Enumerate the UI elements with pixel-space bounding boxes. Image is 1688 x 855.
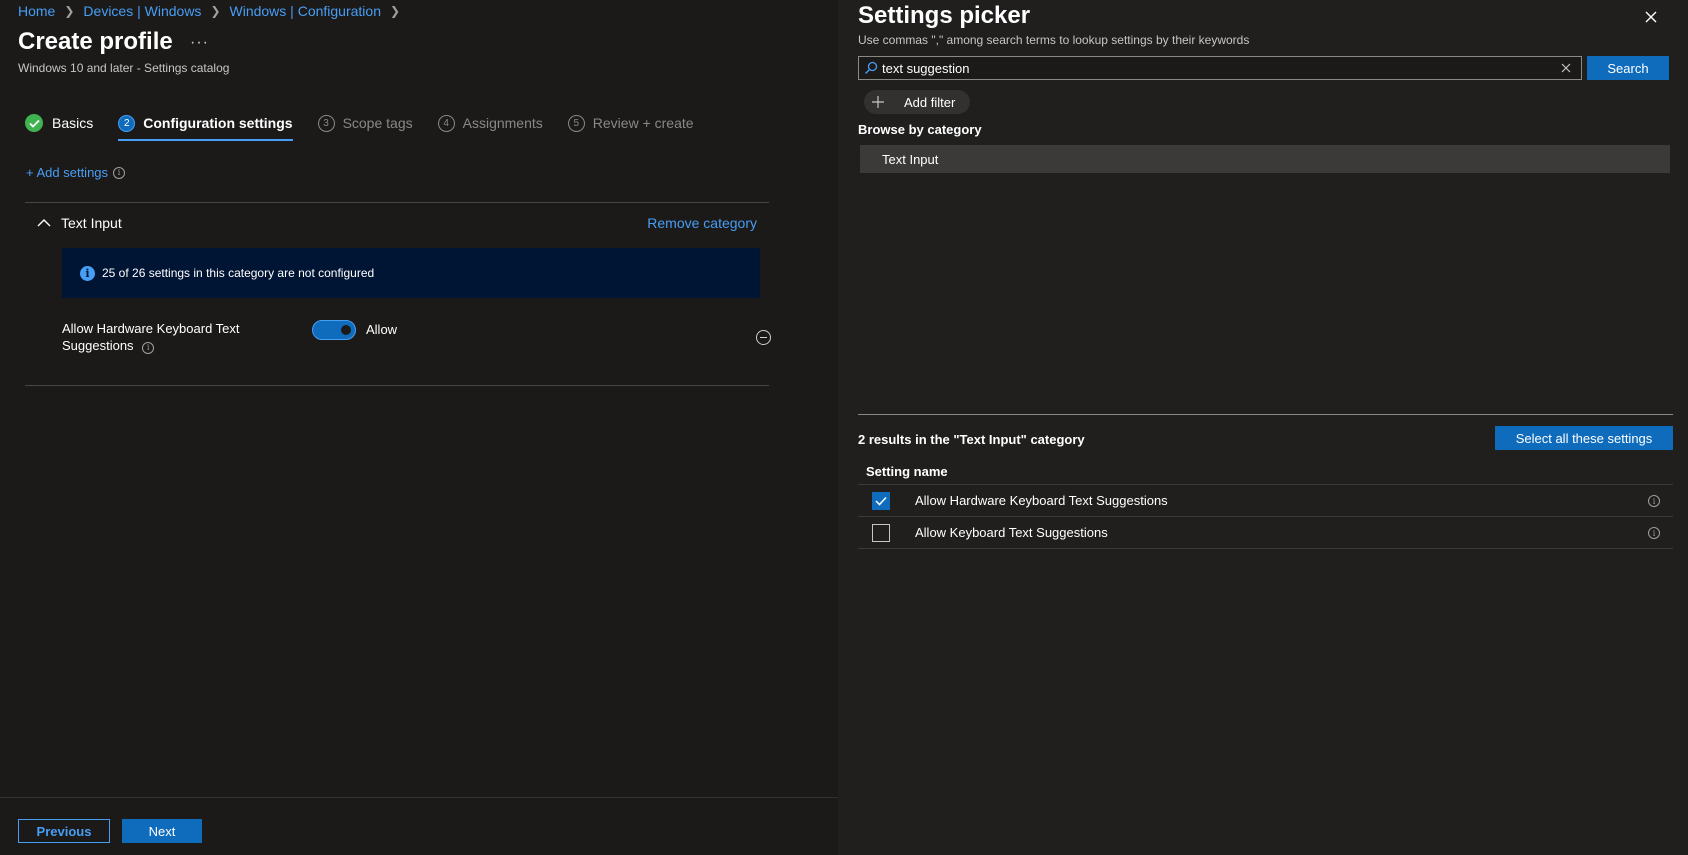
add-settings-row: + Add settings i: [26, 165, 126, 180]
step-review-create[interactable]: 5 Review + create: [567, 112, 694, 134]
category-name: Text Input: [61, 215, 122, 231]
remove-setting-icon[interactable]: [756, 330, 771, 345]
info-banner: i 25 of 26 settings in this category are…: [62, 248, 760, 298]
chevron-right-icon: ❯: [389, 4, 401, 18]
category-item-text-input[interactable]: Text Input: [860, 145, 1670, 173]
info-icon[interactable]: i: [1648, 527, 1660, 539]
setting-name-label: Allow Hardware Keyboard Text Suggestions: [915, 493, 1168, 508]
setting-name: Allow Hardware Keyboard Text Suggestions…: [62, 320, 262, 354]
step-number: 3: [317, 114, 335, 132]
create-profile-pane: Home ❯ Devices | Windows ❯ Windows | Con…: [0, 0, 838, 855]
checkmark-icon: [875, 496, 887, 506]
step-scope-tags[interactable]: 3 Scope tags: [317, 112, 413, 134]
results-divider: [858, 414, 1673, 415]
toggle-value-label: Allow: [366, 322, 398, 337]
column-header-setting-name: Setting name: [858, 458, 1673, 485]
picker-hint: Use commas "," among search terms to loo…: [858, 33, 1250, 47]
toggle-knob: [341, 325, 351, 335]
add-filter-label: Add filter: [904, 94, 956, 110]
step-basics[interactable]: Basics: [25, 112, 93, 134]
chevron-up-icon[interactable]: [37, 218, 51, 228]
browse-by-category-label: Browse by category: [858, 122, 982, 137]
add-settings-link[interactable]: + Add settings: [26, 165, 108, 180]
search-box: [858, 56, 1582, 80]
select-all-settings-button[interactable]: Select all these settings: [1495, 426, 1673, 450]
table-row: Allow Hardware Keyboard Text Suggestions…: [858, 485, 1673, 517]
breadcrumb-devices-windows[interactable]: Devices | Windows: [83, 3, 201, 19]
info-icon[interactable]: i: [113, 166, 126, 179]
wizard-footer: Previous Next: [0, 797, 838, 855]
remove-category-link[interactable]: Remove category: [647, 215, 757, 231]
step-label: Assignments: [462, 115, 543, 131]
chevron-right-icon: ❯: [64, 4, 75, 18]
info-icon[interactable]: i: [142, 341, 155, 354]
search-input[interactable]: [882, 60, 1557, 76]
plus-icon: [872, 96, 884, 108]
results-table: Setting name Allow Hardware Keyboard Tex…: [858, 458, 1673, 549]
step-number: 5: [567, 114, 585, 132]
category-section: Text Input Remove category i 25 of 26 se…: [25, 202, 771, 386]
search-button[interactable]: Search: [1587, 56, 1669, 80]
info-icon: i: [80, 265, 95, 281]
category-header[interactable]: Text Input: [37, 215, 122, 231]
step-assignments[interactable]: 4 Assignments: [437, 112, 543, 134]
setting-checkbox[interactable]: [872, 523, 890, 542]
page-title: Create profile: [18, 28, 173, 55]
step-label: Configuration settings: [143, 115, 293, 131]
step-label: Basics: [52, 115, 94, 131]
info-banner-text: 25 of 26 settings in this category are n…: [102, 266, 375, 280]
search-icon: [865, 61, 878, 74]
results-count: 2 results in the "Text Input" category: [858, 432, 1085, 447]
table-row: Allow Keyboard Text Suggestions i: [858, 517, 1673, 549]
settings-picker-pane: Settings picker Use commas "," among sea…: [838, 0, 1688, 855]
setting-name-label: Allow Keyboard Text Suggestions: [915, 525, 1108, 540]
previous-button[interactable]: Previous: [18, 819, 110, 843]
more-options-icon[interactable]: ···: [190, 34, 209, 52]
page-subtitle: Windows 10 and later - Settings catalog: [18, 61, 230, 75]
step-configuration-settings[interactable]: 2 Configuration settings: [118, 112, 293, 141]
breadcrumb-home[interactable]: Home: [18, 3, 55, 19]
clear-search-icon[interactable]: [1557, 59, 1575, 77]
category-list: Text Input: [860, 145, 1670, 173]
step-label: Review + create: [592, 115, 694, 131]
step-label: Scope tags: [342, 115, 413, 131]
next-button[interactable]: Next: [122, 819, 202, 843]
step-number: 4: [437, 114, 455, 132]
info-icon[interactable]: i: [1648, 495, 1660, 507]
picker-title: Settings picker: [858, 2, 1031, 29]
breadcrumb-windows-configuration[interactable]: Windows | Configuration: [230, 3, 381, 19]
setting-row: Allow Hardware Keyboard Text Suggestions…: [62, 320, 771, 360]
chevron-right-icon: ❯: [210, 4, 221, 18]
add-filter-button[interactable]: Add filter: [864, 90, 970, 114]
breadcrumb: Home ❯ Devices | Windows ❯ Windows | Con…: [18, 2, 409, 20]
setting-checkbox[interactable]: [872, 491, 890, 510]
close-icon[interactable]: [1640, 6, 1662, 28]
step-number: 2: [118, 114, 136, 132]
allow-toggle[interactable]: [312, 320, 356, 340]
wizard-steps: Basics 2 Configuration settings 3 Scope …: [25, 112, 719, 141]
checkmark-icon: [25, 114, 43, 132]
